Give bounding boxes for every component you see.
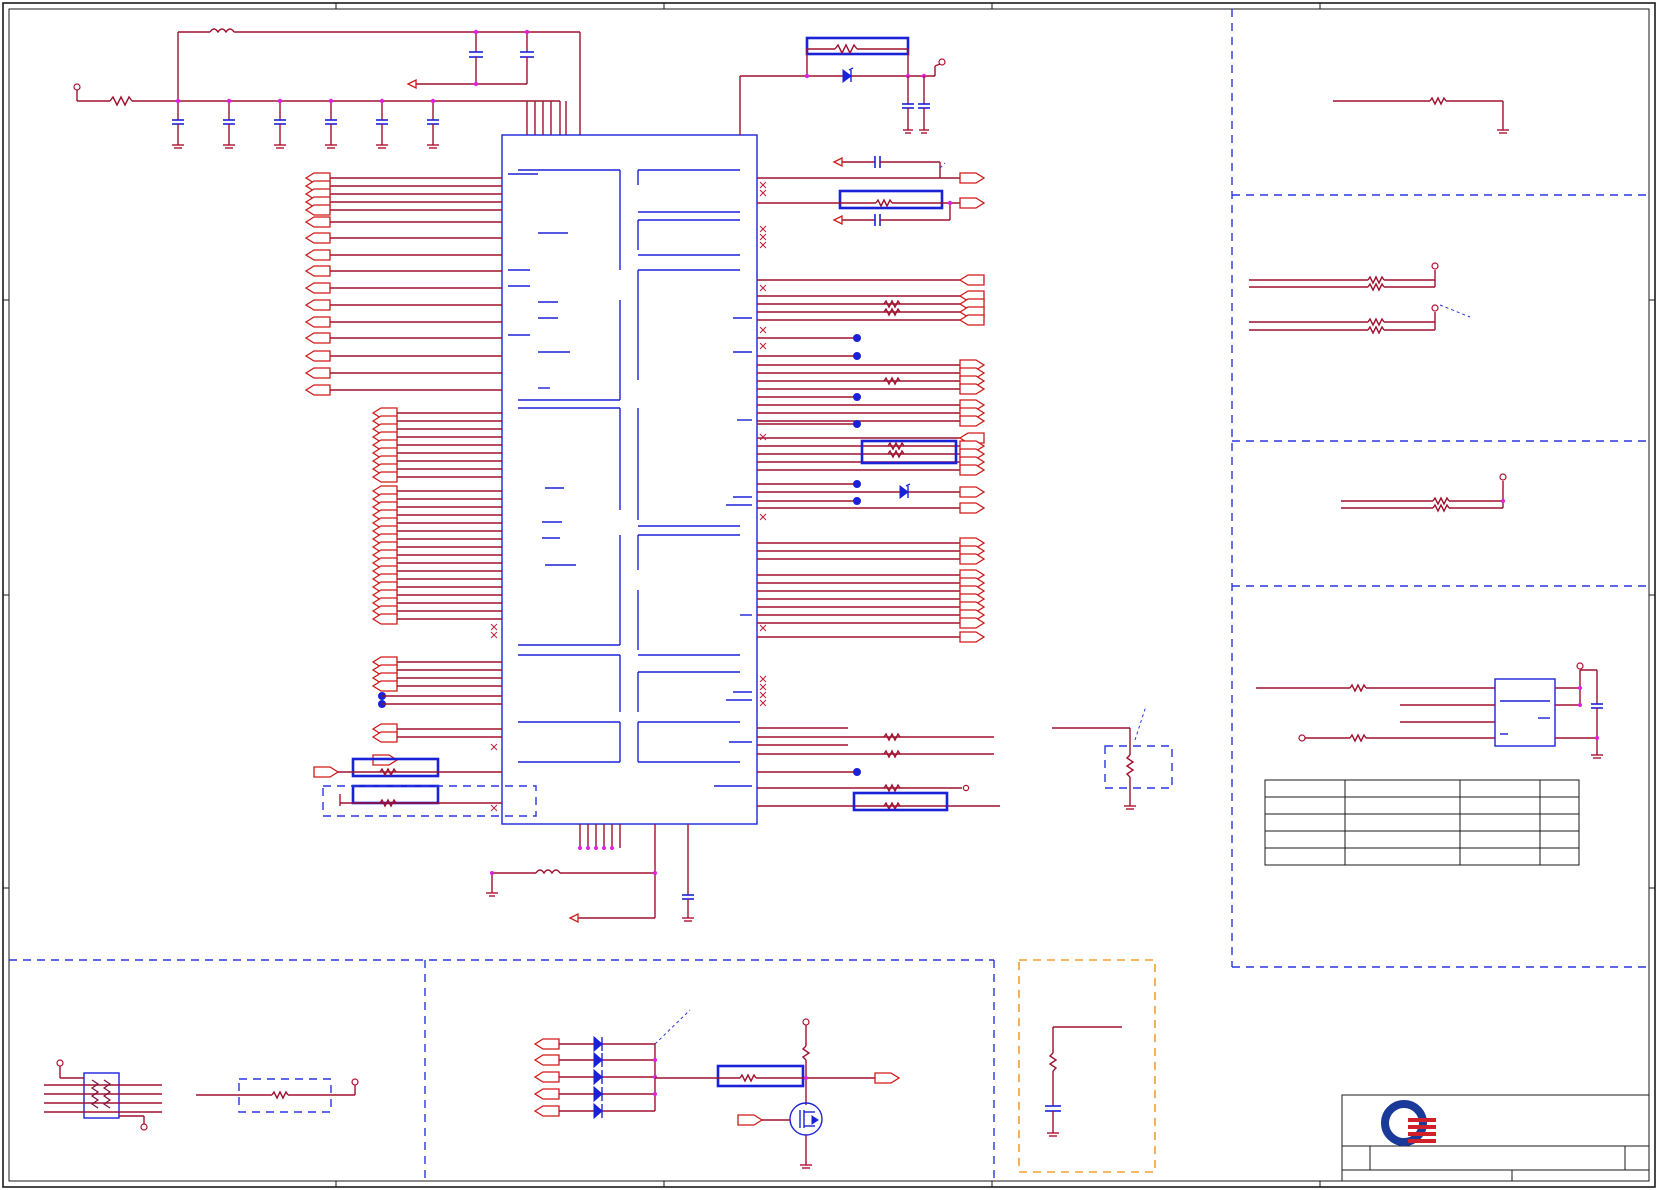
net-port bbox=[959, 553, 986, 565]
test-point bbox=[853, 480, 861, 488]
top-right-protection bbox=[739, 36, 946, 135]
test-point bbox=[853, 497, 861, 505]
diode bbox=[593, 1085, 603, 1103]
junction-dot bbox=[226, 98, 232, 104]
power-filter-network bbox=[73, 28, 581, 135]
decoupling-capacitors bbox=[172, 98, 439, 149]
highlight-region bbox=[1018, 959, 1156, 1173]
net-port bbox=[371, 613, 398, 625]
mosfet-output bbox=[655, 1018, 901, 1169]
net-port bbox=[304, 384, 331, 396]
net-port bbox=[959, 383, 986, 395]
net-port bbox=[533, 1071, 560, 1083]
region-borders bbox=[9, 9, 1649, 1181]
right-panel-2 bbox=[1249, 262, 1471, 335]
net-port bbox=[533, 1038, 560, 1050]
net-port bbox=[371, 680, 398, 692]
net-port bbox=[304, 332, 331, 344]
diode bbox=[593, 1035, 603, 1053]
junction-dot bbox=[379, 98, 385, 104]
net-port bbox=[304, 282, 331, 294]
net-port bbox=[304, 367, 331, 379]
net-port bbox=[959, 415, 986, 427]
right-panel-3 bbox=[1341, 473, 1507, 513]
right-panel-4 bbox=[1256, 662, 1603, 759]
rc-reset-circuit bbox=[1045, 1026, 1122, 1137]
net-port bbox=[304, 216, 331, 228]
net-port bbox=[304, 316, 331, 328]
net-port bbox=[959, 486, 986, 498]
net-port bbox=[959, 617, 986, 629]
net-port bbox=[304, 204, 331, 216]
junction-dot bbox=[653, 1058, 657, 1062]
schematic-sheet bbox=[2, 2, 1656, 1188]
junction-dot bbox=[653, 1092, 657, 1096]
net-port bbox=[533, 1088, 560, 1100]
junction-dot bbox=[430, 98, 436, 104]
trim-resistor-block bbox=[1052, 705, 1173, 810]
junction-dot bbox=[277, 98, 283, 104]
junction-dot bbox=[175, 98, 181, 104]
diode-or-network bbox=[533, 1009, 691, 1120]
test-point bbox=[853, 393, 861, 401]
resistor-array bbox=[44, 1059, 162, 1131]
config-table bbox=[1264, 779, 1580, 866]
title-block bbox=[1341, 1094, 1650, 1182]
net-port bbox=[958, 314, 985, 326]
junction-dot bbox=[328, 98, 334, 104]
test-point bbox=[853, 352, 861, 360]
net-port bbox=[304, 299, 331, 311]
leader-line bbox=[654, 1009, 691, 1045]
sheet-frame bbox=[2, 2, 1656, 1188]
company-logo bbox=[1381, 1100, 1436, 1146]
right-signal-nets bbox=[757, 181, 1000, 811]
net-port bbox=[533, 1054, 560, 1066]
net-port bbox=[958, 274, 985, 286]
test-point bbox=[853, 420, 861, 428]
net-port bbox=[533, 1105, 560, 1117]
ic-left-extras bbox=[313, 757, 537, 817]
net-port bbox=[304, 249, 331, 261]
net-port bbox=[959, 502, 986, 514]
table-border bbox=[1264, 779, 1580, 866]
left-signal-nets bbox=[304, 172, 502, 812]
net-port bbox=[959, 631, 986, 643]
net-port bbox=[959, 464, 986, 476]
clock-network bbox=[757, 156, 986, 226]
right-panel-1 bbox=[1333, 96, 1509, 134]
diode bbox=[593, 1068, 603, 1086]
net-port bbox=[371, 471, 398, 483]
diode bbox=[593, 1102, 603, 1120]
net-port bbox=[304, 350, 331, 362]
net-port bbox=[371, 731, 398, 743]
diode bbox=[593, 1051, 603, 1069]
test-point bbox=[853, 334, 861, 342]
net-port bbox=[304, 265, 331, 277]
test-point bbox=[853, 768, 861, 776]
ic-bottom-network bbox=[486, 824, 694, 924]
main-ic bbox=[501, 134, 758, 825]
series-resistor-bottom bbox=[196, 1078, 359, 1113]
net-port bbox=[304, 232, 331, 244]
